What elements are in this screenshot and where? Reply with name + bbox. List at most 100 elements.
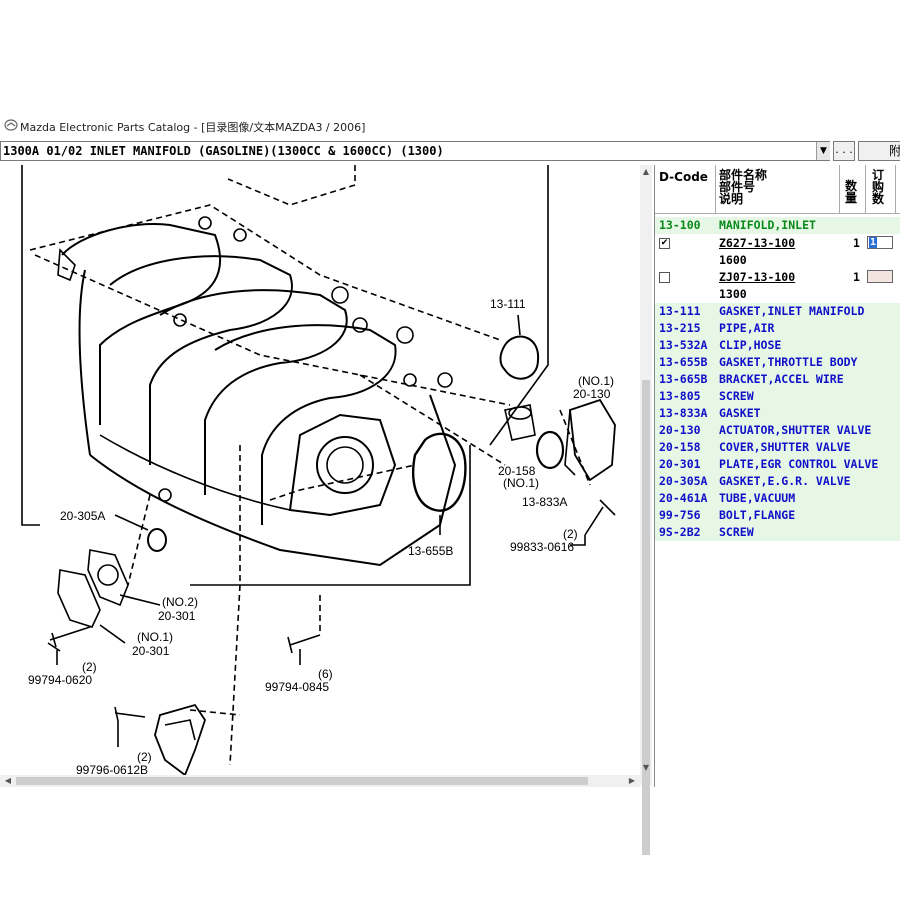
select-checkbox[interactable]: ✔	[659, 238, 670, 249]
callout-qty-2-b: (2)	[82, 660, 97, 674]
callout-no1-b: (NO.1)	[503, 476, 539, 490]
parts-list-panel: D-Code 部件名称 部件号 说明 数量 订购数 13-100 MANIFOL…	[654, 165, 900, 787]
part-name: PLATE,EGR CONTROL VALVE	[719, 457, 879, 471]
list-item[interactable]: 13-805 SCREW	[655, 388, 900, 405]
toolbar: 1300A 01/02 INLET MANIFOLD (GASOLINE)(13…	[0, 141, 900, 163]
part-row[interactable]: ZJ07-13-100 1300 1	[655, 268, 900, 302]
diagram-vertical-scrollbar[interactable]: ▲ ▼	[640, 165, 652, 855]
part-name: SCREW	[719, 525, 754, 539]
dcode: 9S-2B2	[659, 525, 701, 539]
list-item[interactable]: 20-461A TUBE,VACUUM	[655, 490, 900, 507]
part-name: MANIFOLD,INLET	[719, 218, 816, 232]
part-number: ZJ07-13-100	[719, 270, 796, 284]
part-name: CLIP,HOSE	[719, 338, 782, 352]
scroll-down-icon[interactable]: ▼	[640, 763, 652, 775]
chevron-down-icon[interactable]: ▼	[816, 142, 830, 160]
callout-99794-0845[interactable]: 99794-0845	[265, 680, 329, 694]
part-number: Z627-13-100	[719, 236, 796, 250]
list-item[interactable]: 20-130 ACTUATOR,SHUTTER VALVE	[655, 422, 900, 439]
dcode: 13-655B	[659, 355, 708, 369]
dcode: 13-805	[659, 389, 701, 403]
part-name: TUBE,VACUUM	[719, 491, 796, 505]
dcode: 13-100	[659, 218, 701, 232]
list-item[interactable]: 13-655B GASKET,THROTTLE BODY	[655, 354, 900, 371]
group-select-value: 1300A 01/02 INLET MANIFOLD (GASOLINE)(13…	[3, 144, 444, 158]
dcode: 13-215	[659, 321, 701, 335]
window-title: Mazda Electronic Parts Catalog - [目录图像/文…	[20, 121, 366, 134]
callout-99796-0612B[interactable]: 99796-0612B	[76, 763, 148, 775]
category-row[interactable]: 13-100 MANIFOLD,INLET	[655, 217, 900, 234]
part-row[interactable]: ✔ Z627-13-100 1600 1 1	[655, 234, 900, 268]
callout-20-130[interactable]: 20-130	[573, 387, 611, 401]
attach-button[interactable]: 附	[858, 141, 900, 161]
dcode: 20-305A	[659, 474, 708, 488]
part-name: SCREW	[719, 389, 754, 403]
scroll-up-icon[interactable]: ▲	[640, 167, 652, 179]
callout-13-655B[interactable]: 13-655B	[408, 544, 453, 558]
header-description[interactable]: 说明	[719, 193, 743, 205]
part-description: 1600	[719, 253, 747, 267]
header-dcode[interactable]: D-Code	[659, 171, 708, 183]
list-item[interactable]: 20-305A GASKET,E.G.R. VALVE	[655, 473, 900, 490]
dcode: 13-833A	[659, 406, 708, 420]
callout-20-305A[interactable]: 20-305A	[60, 509, 105, 523]
callout-13-833A[interactable]: 13-833A	[522, 495, 567, 509]
title-bar: Mazda Electronic Parts Catalog - [目录图像/文…	[0, 112, 900, 138]
part-name: GASKET,E.G.R. VALVE	[719, 474, 851, 488]
header-quantity[interactable]: 数量	[845, 180, 859, 204]
exploded-view-drawing: 13-111 (NO.1) 20-130 20-158 (NO.1) 13-83…	[21, 165, 616, 775]
callout-qty-6: (6)	[318, 667, 333, 681]
list-item[interactable]: 13-111 GASKET,INLET MANIFOLD	[655, 303, 900, 320]
callout-qty-2-c: (2)	[137, 750, 152, 764]
diagram-horizontal-scrollbar[interactable]: ◀ ▶	[0, 775, 640, 787]
part-name: GASKET,INLET MANIFOLD	[719, 304, 865, 318]
part-quantity: 1	[853, 270, 860, 284]
parts-list-header: D-Code 部件名称 部件号 说明 数量 订购数	[655, 165, 900, 214]
list-item[interactable]: 13-532A CLIP,HOSE	[655, 337, 900, 354]
parts-diagram[interactable]: 13-111 (NO.1) 20-130 20-158 (NO.1) 13-83…	[0, 165, 640, 775]
list-item[interactable]: 20-301 PLATE,EGR CONTROL VALVE	[655, 456, 900, 473]
list-item[interactable]: 13-833A GASKET	[655, 405, 900, 422]
part-quantity: 1	[853, 236, 860, 250]
order-quantity-input[interactable]: 1	[867, 236, 893, 249]
callout-no1-a: (NO.1)	[578, 374, 614, 388]
select-checkbox[interactable]	[659, 272, 670, 283]
dcode: 13-665B	[659, 372, 708, 386]
scrollbar-thumb[interactable]	[642, 380, 650, 855]
callout-20-301-no2[interactable]: 20-301	[158, 609, 196, 623]
callout-99794-0620[interactable]: 99794-0620	[28, 673, 92, 687]
part-name: GASKET	[719, 406, 761, 420]
scroll-right-icon[interactable]: ▶	[626, 775, 638, 787]
list-item[interactable]: 20-158 COVER,SHUTTER VALVE	[655, 439, 900, 456]
scroll-left-icon[interactable]: ◀	[2, 775, 14, 787]
part-name: ACTUATOR,SHUTTER VALVE	[719, 423, 872, 437]
part-name: GASKET,THROTTLE BODY	[719, 355, 858, 369]
part-name: COVER,SHUTTER VALVE	[719, 440, 851, 454]
order-quantity-input[interactable]	[867, 270, 893, 283]
callout-no2: (NO.2)	[162, 595, 198, 609]
list-item[interactable]: 13-215 PIPE,AIR	[655, 320, 900, 337]
dcode: 20-158	[659, 440, 701, 454]
part-name: BOLT,FLANGE	[719, 508, 796, 522]
list-item[interactable]: 99-756 BOLT,FLANGE	[655, 507, 900, 524]
group-select[interactable]: 1300A 01/02 INLET MANIFOLD (GASOLINE)(13…	[0, 141, 830, 161]
list-item[interactable]: 9S-2B2 SCREW	[655, 524, 900, 541]
dcode: 20-461A	[659, 491, 708, 505]
list-item[interactable]: 13-665B BRACKET,ACCEL WIRE	[655, 371, 900, 388]
mazda-logo-icon	[4, 119, 18, 131]
dcode: 20-301	[659, 457, 701, 471]
callout-99833-0616[interactable]: 99833-0616	[510, 540, 574, 554]
dcode: 99-756	[659, 508, 701, 522]
part-name: BRACKET,ACCEL WIRE	[719, 372, 844, 386]
scrollbar-thumb[interactable]	[16, 777, 588, 785]
dcode: 20-130	[659, 423, 701, 437]
callout-no1-c: (NO.1)	[137, 630, 173, 644]
dcode: 13-532A	[659, 338, 708, 352]
browse-button[interactable]: . . .	[833, 141, 855, 161]
header-order-qty[interactable]: 订购数	[872, 169, 886, 205]
callout-13-111[interactable]: 13-111	[490, 297, 526, 311]
dcode: 13-111	[659, 304, 701, 318]
callout-qty-2-a: (2)	[563, 527, 578, 541]
callout-20-301-no1[interactable]: 20-301	[132, 644, 170, 658]
leader-line	[227, 165, 356, 206]
